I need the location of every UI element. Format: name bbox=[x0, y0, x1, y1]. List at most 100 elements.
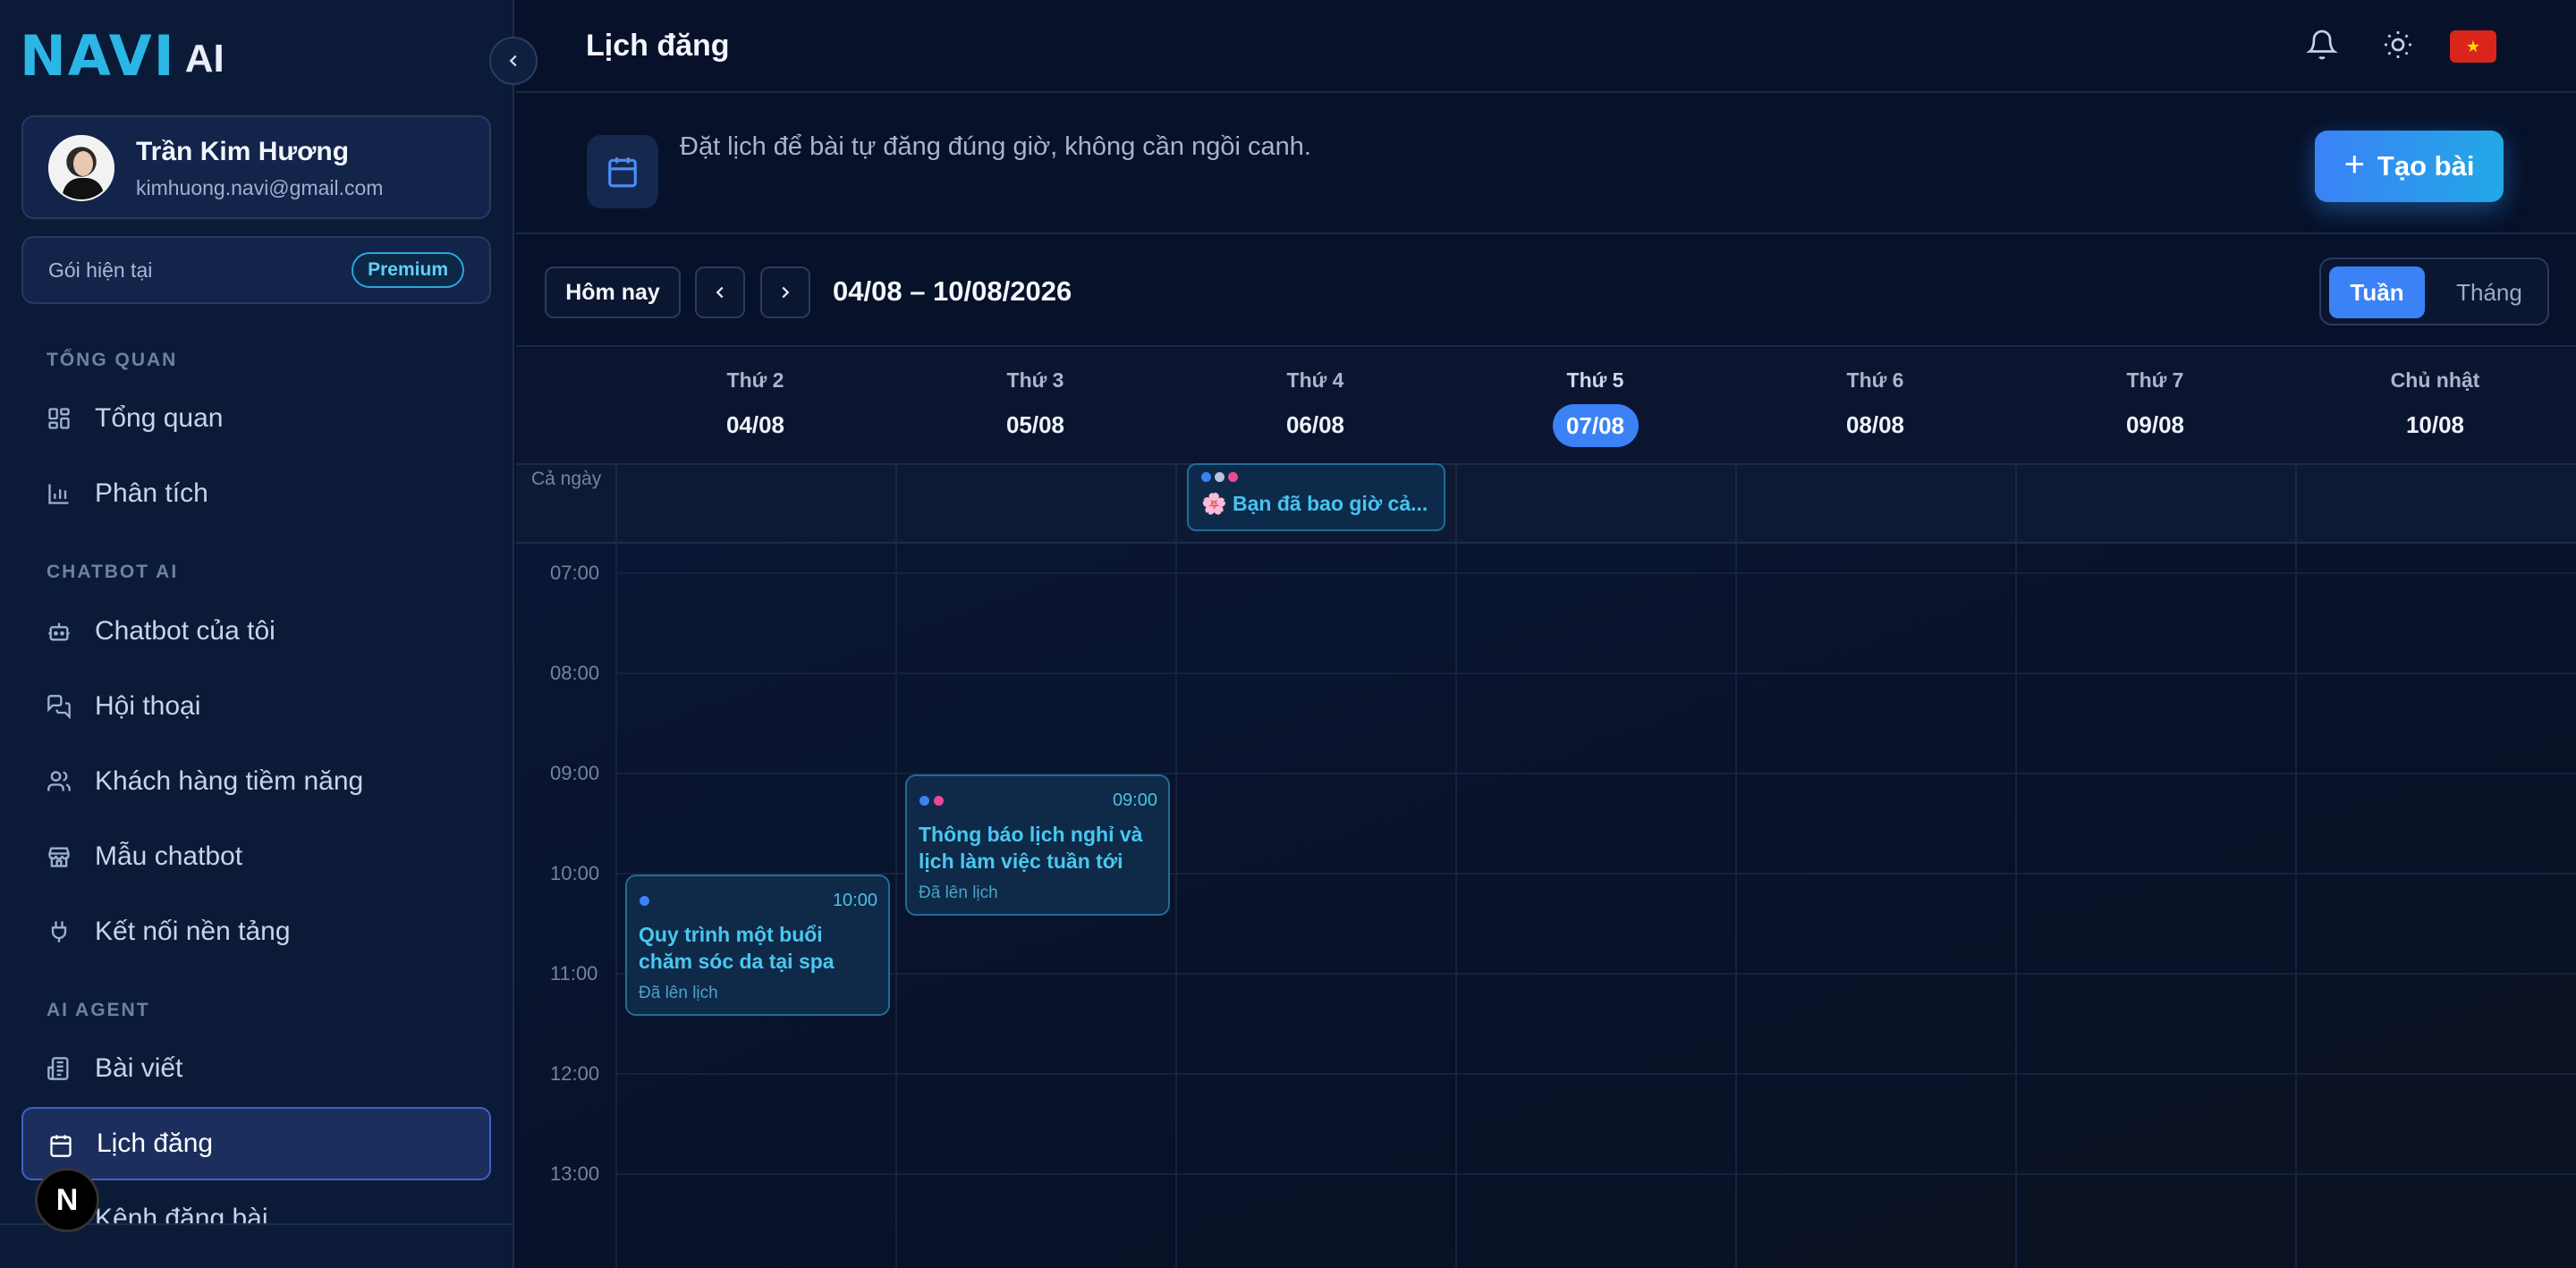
event-status: Đã lên lịch bbox=[919, 883, 998, 902]
day-header-sun[interactable]: Chủ nhật 10/08 bbox=[2295, 349, 2575, 465]
logo-suffix: AI bbox=[184, 37, 225, 80]
sidebar-item-analytics[interactable]: Phân tích bbox=[21, 457, 491, 530]
hour-label: 11:00 bbox=[550, 962, 598, 985]
dashboard-icon bbox=[48, 408, 70, 429]
day-header-tue[interactable]: Thứ 3 05/08 bbox=[895, 349, 1175, 465]
create-post-button[interactable]: + Tạo bài bbox=[2315, 131, 2504, 202]
day-header-mon[interactable]: Thứ 2 04/08 bbox=[615, 349, 895, 465]
hour-label: 08:00 bbox=[550, 662, 600, 684]
view-week-button[interactable]: Tuần bbox=[2329, 266, 2425, 318]
create-post-label: Tạo bài bbox=[2377, 150, 2475, 182]
banner-text: Đặt lịch để bài tự đăng đúng giờ, không … bbox=[680, 132, 1311, 161]
section-title-agent: AI AGENT bbox=[47, 1000, 150, 1020]
platform-dots bbox=[1201, 472, 1238, 482]
sidebar-item-label: Bài viết bbox=[95, 1053, 183, 1083]
day-header-sat[interactable]: Thứ 7 09/08 bbox=[2015, 349, 2295, 465]
day-header-fri[interactable]: Thứ 6 08/08 bbox=[1735, 349, 2015, 465]
plan-badge: Premium bbox=[352, 252, 464, 288]
chart-icon bbox=[48, 484, 69, 504]
day-name: Thứ 4 bbox=[1286, 368, 1344, 392]
sun-icon[interactable] bbox=[2382, 29, 2414, 61]
sidebar-item-label: Tổng quan bbox=[95, 403, 224, 433]
day-name: Chủ nhật bbox=[2390, 368, 2480, 392]
sidebar: NAVI AI Trần Kim Hương kimhuong.navi@gma… bbox=[0, 0, 514, 1268]
profile-email: kimhuong.navi@gmail.com bbox=[136, 176, 384, 199]
hour-label: 10:00 bbox=[550, 862, 600, 884]
day-date: 04/08 bbox=[725, 411, 785, 438]
info-banner: Đặt lịch để bài tự đăng đúng giờ, không … bbox=[516, 95, 2576, 234]
chevron-left-icon bbox=[716, 286, 724, 299]
store-icon bbox=[48, 847, 70, 867]
sidebar-item-label: Phân tích bbox=[95, 478, 208, 508]
event-title: Quy trình một buổi chăm sóc da tại spa bbox=[639, 923, 835, 973]
avatar bbox=[48, 135, 114, 201]
scheduled-post-event[interactable]: 10:00 Quy trình một buổi chăm sóc da tại… bbox=[625, 875, 890, 1016]
platform-dots bbox=[640, 896, 649, 906]
platform-dots bbox=[919, 796, 944, 806]
sidebar-item-label: Chatbot của tôi bbox=[95, 616, 275, 646]
hour-label: 09:00 bbox=[550, 762, 600, 784]
plus-icon: + bbox=[2343, 145, 2365, 184]
users-icon bbox=[47, 771, 71, 791]
language-flag-icon[interactable]: ★ bbox=[2450, 30, 2496, 63]
day-name: Thứ 5 bbox=[1566, 368, 1624, 392]
chat-icon bbox=[47, 695, 71, 719]
hour-label: 13:00 bbox=[550, 1162, 600, 1185]
all-day-event[interactable]: 🌸 Bạn đã bao giờ cả... bbox=[1187, 463, 1445, 531]
all-day-label: Cả ngày bbox=[531, 469, 602, 489]
day-date-today: 07/08 bbox=[1552, 404, 1639, 447]
prev-week-button[interactable] bbox=[695, 266, 745, 318]
plug-icon bbox=[51, 921, 67, 943]
day-header-wed[interactable]: Thứ 4 06/08 bbox=[1175, 349, 1455, 465]
event-status: Đã lên lịch bbox=[639, 984, 718, 1002]
top-bar: Lịch đăng bbox=[516, 0, 2576, 93]
newspaper-icon bbox=[47, 1057, 69, 1080]
dev-indicator-badge[interactable]: N bbox=[35, 1168, 99, 1232]
all-day-row: Cả ngày 🌸 Bạn đã bao giờ cả... bbox=[516, 463, 2576, 544]
brand-logo[interactable]: NAVI AI bbox=[20, 23, 225, 89]
bot-icon bbox=[48, 622, 70, 641]
next-week-button[interactable] bbox=[760, 266, 810, 318]
day-date: 09/08 bbox=[2125, 411, 2185, 438]
view-toggle: Tuần Tháng bbox=[2319, 258, 2549, 325]
scheduled-post-event[interactable]: 09:00 Thông báo lịch nghỉ và lịch làm vi… bbox=[905, 774, 1170, 916]
day-name: Thứ 3 bbox=[1006, 368, 1064, 392]
hour-label: 07:00 bbox=[550, 562, 600, 584]
calendar-day-header: Thứ 2 04/08 Thứ 3 05/08 Thứ 4 06/08 Thứ … bbox=[516, 349, 2576, 465]
event-title: 🌸 Bạn đã bao giờ cả... bbox=[1201, 492, 1428, 515]
sidebar-item-schedule[interactable]: Lịch đăng bbox=[21, 1107, 491, 1180]
sidebar-collapse-button[interactable] bbox=[489, 37, 538, 85]
sidebar-item-label: Khách hàng tiềm năng bbox=[95, 766, 364, 796]
day-name: Thứ 7 bbox=[2126, 368, 2184, 392]
chevron-right-icon bbox=[782, 286, 790, 299]
day-header-thu[interactable]: Thứ 5 07/08 bbox=[1455, 349, 1735, 465]
date-range: 04/08 – 10/08/2026 bbox=[833, 275, 1072, 307]
sidebar-item-label: Hội thoại bbox=[95, 691, 201, 721]
view-month-button[interactable]: Tháng bbox=[2436, 266, 2543, 318]
sidebar-item-label: Mẫu chatbot bbox=[95, 841, 243, 871]
today-button[interactable]: Hôm nay bbox=[545, 266, 681, 318]
logo-text: NAVI bbox=[20, 22, 176, 89]
section-title-chatbot: CHATBOT AI bbox=[47, 562, 179, 582]
sidebar-item-integrations[interactable]: Kết nối nền tảng bbox=[21, 895, 491, 968]
profile-card[interactable]: Trần Kim Hương kimhuong.navi@gmail.com bbox=[21, 115, 491, 219]
sidebar-item-my-chatbot[interactable]: Chatbot của tôi bbox=[21, 595, 491, 668]
sidebar-item-conversations[interactable]: Hội thoại bbox=[21, 670, 491, 743]
day-name: Thứ 6 bbox=[1846, 368, 1904, 392]
sidebar-item-templates[interactable]: Mẫu chatbot bbox=[21, 820, 491, 893]
profile-name: Trần Kim Hương bbox=[136, 137, 350, 166]
day-date: 08/08 bbox=[1845, 411, 1905, 438]
day-name: Thứ 2 bbox=[726, 368, 784, 392]
hour-label: 12:00 bbox=[550, 1062, 600, 1085]
section-title-overview: TỔNG QUAN bbox=[47, 350, 178, 370]
sidebar-item-posts[interactable]: Bài viết bbox=[21, 1032, 491, 1105]
event-time: 10:00 bbox=[832, 891, 877, 910]
plan-card[interactable]: Gói hiện tại Premium bbox=[21, 236, 491, 304]
sidebar-item-overview[interactable]: Tổng quan bbox=[21, 382, 491, 455]
sidebar-item-label: Kênh đăng bài bbox=[95, 1204, 268, 1223]
banner-calendar-icon bbox=[587, 135, 658, 208]
bell-icon[interactable] bbox=[2306, 29, 2338, 61]
day-date: 06/08 bbox=[1285, 411, 1345, 438]
sidebar-item-leads[interactable]: Khách hàng tiềm năng bbox=[21, 745, 491, 818]
sidebar-item-label: Lịch đăng bbox=[97, 1129, 214, 1158]
